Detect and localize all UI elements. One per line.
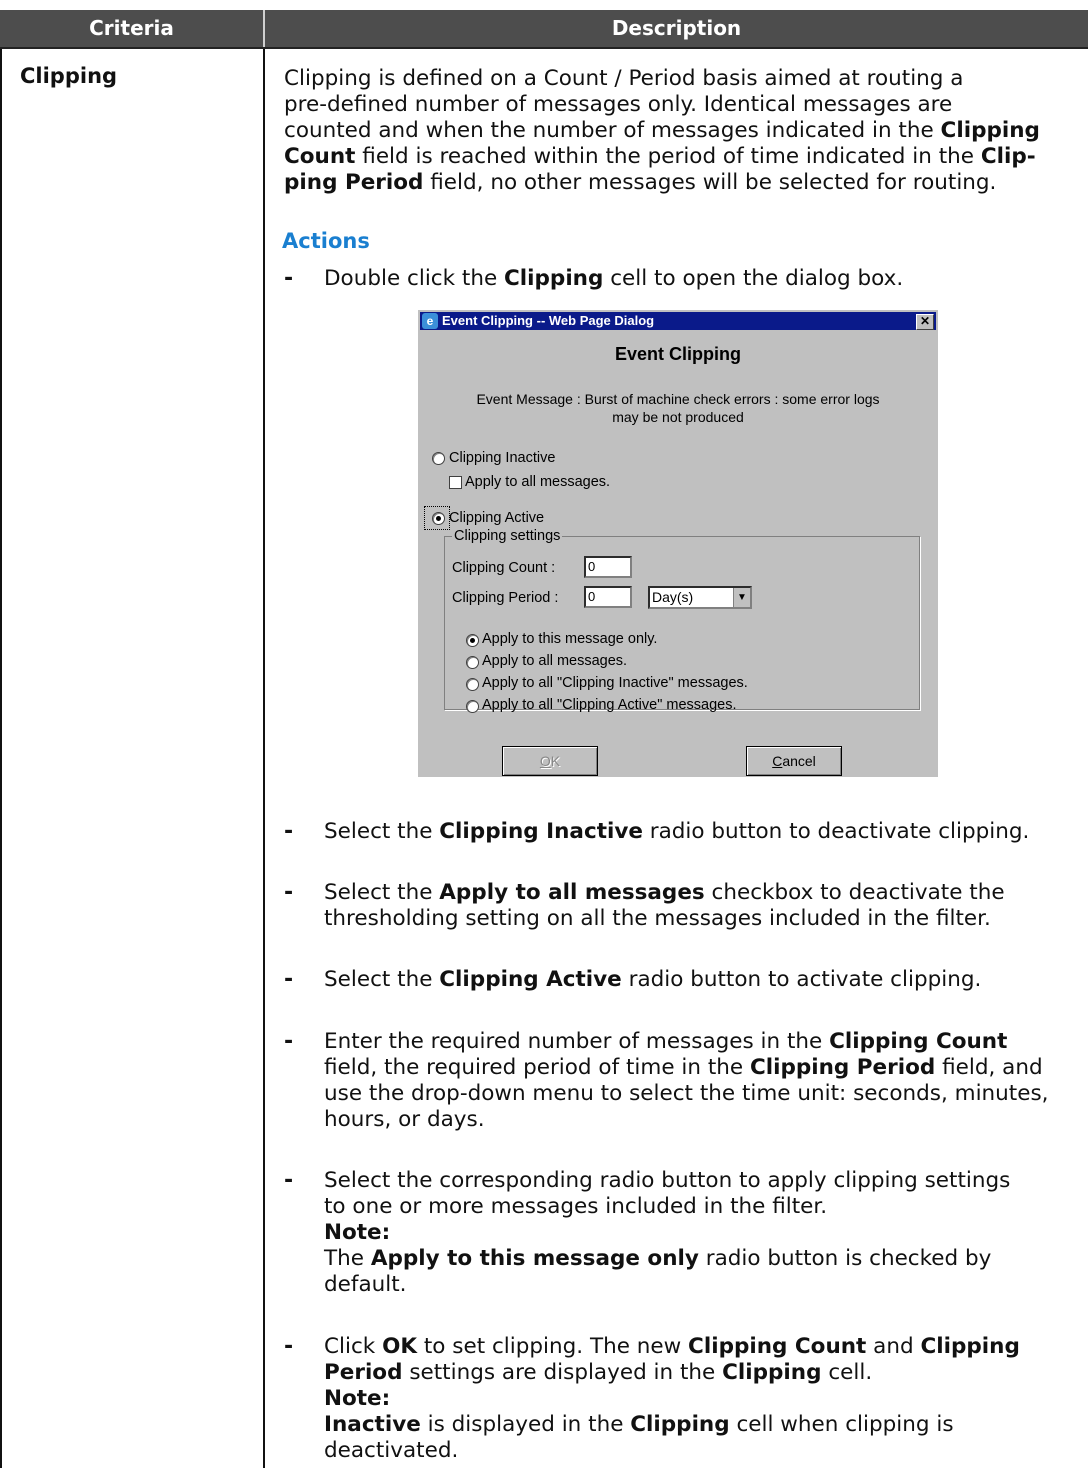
- step-6-line-4: The Apply to this message only radio but…: [324, 1246, 992, 1271]
- step-6-line-1: Select the corresponding radio button to…: [324, 1168, 1011, 1193]
- column-divider: [263, 49, 265, 1468]
- clipping-active-label: Clipping Active: [449, 510, 545, 526]
- apply-all-messages-radio[interactable]: [466, 656, 479, 669]
- dialog-title-bar: e Event Clipping -- Web Page Dialog ✕: [420, 312, 936, 330]
- apply-all-active-label: Apply to all "Clipping Active" messages.: [482, 697, 737, 713]
- step-4-text: Select the Clipping Active radio button …: [324, 967, 982, 992]
- step-3-line-1: Select the Apply to all messages checkbo…: [324, 880, 1005, 905]
- bullet-marker: -: [284, 1168, 294, 1193]
- dialog-title: Event Clipping -- Web Page Dialog: [442, 313, 655, 328]
- intro-line-5: ping Period field, no other messages wil…: [284, 170, 997, 195]
- apply-all-active-radio[interactable]: [466, 700, 479, 713]
- step-7-line-2: Period settings are displayed in the Cli…: [324, 1360, 873, 1385]
- apply-this-message-label: Apply to this message only.: [482, 631, 658, 647]
- bullet-marker: -: [284, 266, 294, 291]
- step-3-line-2: thresholding setting on all the messages…: [324, 906, 991, 931]
- bullet-marker: -: [284, 967, 294, 992]
- step-7-line-5: deactivated.: [324, 1438, 459, 1463]
- clipping-settings-legend: Clipping settings: [452, 528, 563, 544]
- table-header: Criteria Description: [0, 10, 1088, 49]
- step-5-line-2: field, the required period of time in th…: [324, 1055, 1043, 1080]
- intro-line-2: pre-defined number of messages only. Ide…: [284, 92, 953, 117]
- intro-line-3: counted and when the number of messages …: [284, 118, 1040, 143]
- step-7-line-1: Click OK to set clipping. The new Clippi…: [324, 1334, 1020, 1359]
- step-6-line-2: to one or more messages included in the …: [324, 1194, 828, 1219]
- clipping-active-radio[interactable]: [432, 512, 445, 525]
- apply-all-messages-label: Apply to all messages.: [482, 653, 628, 669]
- actions-heading: Actions: [282, 229, 370, 253]
- clipping-inactive-label: Clipping Inactive: [449, 450, 556, 466]
- clipping-count-label: Clipping Count :: [452, 560, 556, 576]
- step-6-note-label: Note:: [324, 1220, 391, 1245]
- header-description: Description: [611, 16, 742, 40]
- clipping-period-label: Clipping Period :: [452, 590, 559, 606]
- clipping-period-input[interactable]: 0: [584, 586, 632, 608]
- clipping-count-input[interactable]: 0: [584, 556, 632, 578]
- bullet-marker: -: [284, 1334, 294, 1359]
- bullet-marker: -: [284, 880, 294, 905]
- period-unit-select[interactable]: Day(s) ▼: [648, 586, 752, 609]
- apply-this-message-radio[interactable]: [466, 634, 479, 647]
- header-criteria: Criteria: [89, 16, 174, 40]
- intro-line-1: Clipping is defined on a Count / Period …: [284, 66, 964, 91]
- dialog-heading: Event Clipping: [615, 344, 741, 364]
- step-5-line-3: use the drop-down menu to select the tim…: [324, 1081, 1049, 1106]
- document-page: Criteria Description Clipping Clipping i…: [0, 0, 1088, 1468]
- clipping-inactive-radio[interactable]: [432, 452, 445, 465]
- apply-all-inactive-label: Apply to all "Clipping Inactive" message…: [482, 675, 748, 691]
- table-left-border: [0, 49, 2, 1468]
- event-clipping-dialog: e Event Clipping -- Web Page Dialog ✕ Ev…: [418, 310, 938, 777]
- step-7-note-label: Note:: [324, 1386, 391, 1411]
- event-message: Event Message : Burst of machine check e…: [476, 391, 880, 425]
- step-5-line-1: Enter the required number of messages in…: [324, 1029, 1008, 1054]
- close-icon[interactable]: ✕: [916, 314, 934, 330]
- criteria-clipping: Clipping: [20, 64, 118, 88]
- ok-button[interactable]: OK: [502, 746, 598, 776]
- intro-line-4: Count field is reached within the period…: [284, 144, 1036, 169]
- bullet-marker: -: [284, 1029, 294, 1054]
- chevron-down-icon: ▼: [733, 588, 750, 607]
- apply-all-inactive-radio[interactable]: [466, 678, 479, 691]
- cancel-button[interactable]: Cancel: [746, 746, 842, 776]
- step-7-line-4: Inactive is displayed in the Clipping ce…: [324, 1412, 954, 1437]
- bullet-marker: -: [284, 819, 294, 844]
- step-5-line-4: hours, or days.: [324, 1107, 485, 1132]
- apply-all-checkbox[interactable]: [449, 476, 462, 489]
- ie-icon: e: [422, 313, 438, 329]
- step-1-text: Double click the Clipping cell to open t…: [324, 266, 904, 291]
- apply-all-checkbox-label: Apply to all messages.: [465, 474, 611, 490]
- step-2-text: Select the Clipping Inactive radio butto…: [324, 819, 1030, 844]
- step-6-line-5: default.: [324, 1272, 407, 1297]
